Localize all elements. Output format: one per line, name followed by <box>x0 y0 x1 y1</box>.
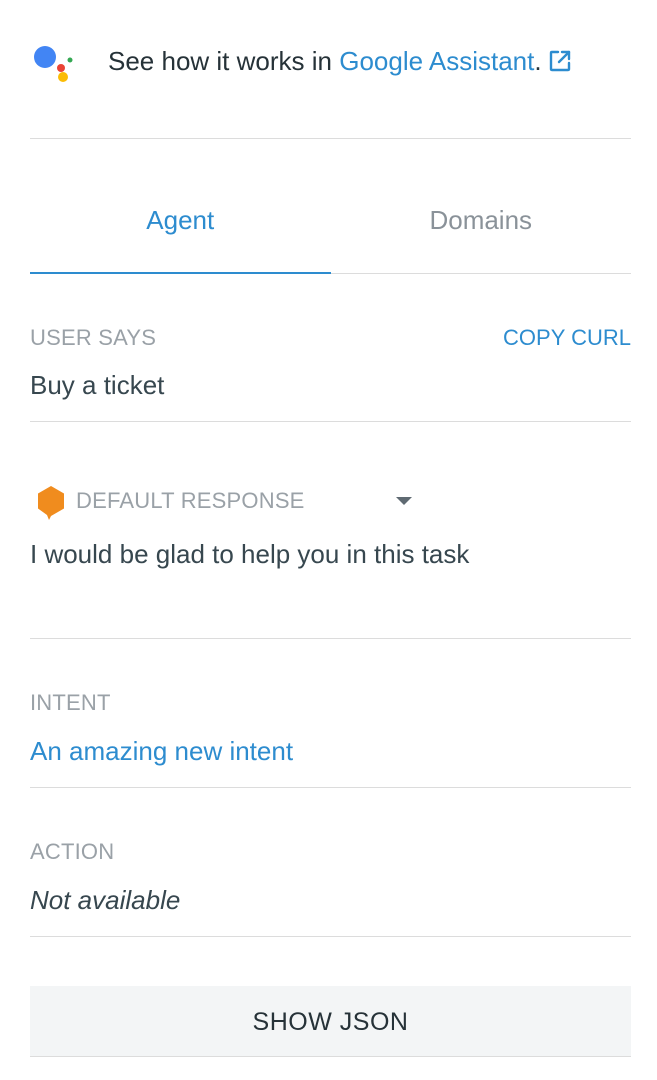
action-section: ACTION Not available <box>30 787 631 937</box>
user-says-label: USER SAYS <box>30 325 157 350</box>
banner-prefix: See how it works in <box>108 46 340 76</box>
copy-curl-button[interactable]: COPY CURL <box>503 325 631 351</box>
default-response-value: I would be glad to help you in this task <box>30 539 470 569</box>
default-response-section: DEFAULT RESPONSE I would be glad to help… <box>30 421 631 639</box>
intent-label: INTENT <box>30 690 111 715</box>
google-assistant-logo-icon <box>34 46 73 82</box>
google-assistant-link[interactable]: Google Assistant <box>339 46 534 76</box>
external-link-icon[interactable] <box>548 49 572 73</box>
tab-agent[interactable]: Agent <box>30 188 331 274</box>
action-value: Not available <box>30 885 181 915</box>
banner-suffix: . <box>534 46 542 76</box>
response-dropdown-chevron-icon[interactable] <box>396 497 412 505</box>
tab-bar: Agent Domains <box>30 188 631 274</box>
default-response-label: DEFAULT RESPONSE <box>76 488 305 513</box>
test-console-panel: See how it works in Google Assistant. Ag… <box>30 0 631 1080</box>
assistant-banner-text: See how it works in Google Assistant. <box>108 44 572 78</box>
user-says-section: USER SAYS COPY CURL Buy a ticket <box>30 273 631 422</box>
assistant-banner: See how it works in Google Assistant. <box>30 0 631 139</box>
intent-section: INTENT An amazing new intent <box>30 638 631 788</box>
action-label: ACTION <box>30 839 115 864</box>
show-json-button[interactable]: SHOW JSON <box>30 986 631 1057</box>
response-bubble-icon <box>38 486 64 520</box>
tab-domains[interactable]: Domains <box>331 188 632 273</box>
intent-link[interactable]: An amazing new intent <box>30 735 293 767</box>
user-says-value: Buy a ticket <box>30 370 165 400</box>
